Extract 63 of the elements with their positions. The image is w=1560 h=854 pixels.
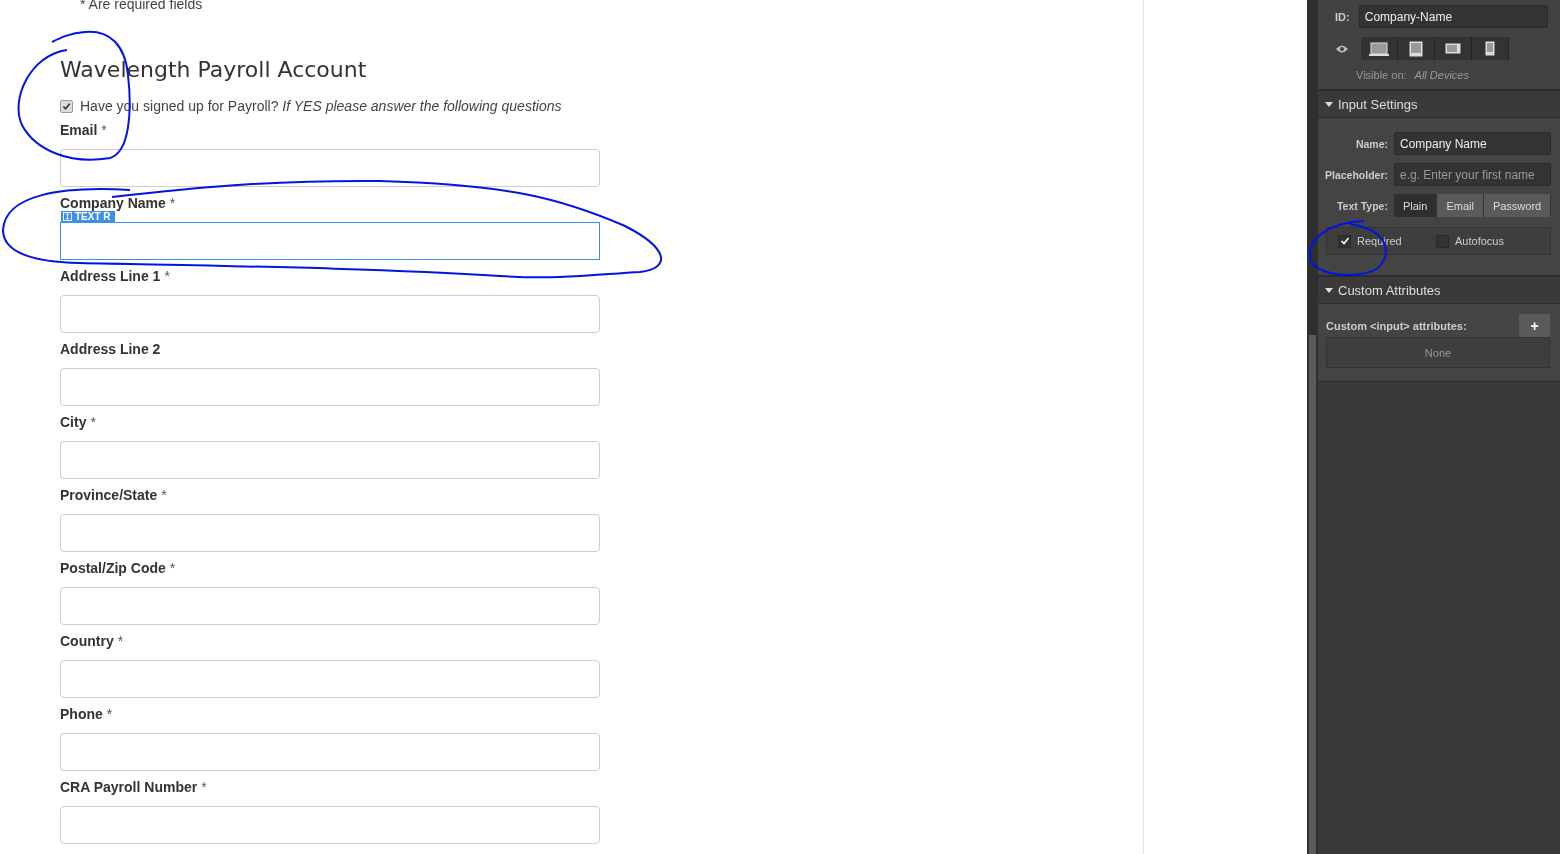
device-button[interactable] bbox=[1472, 37, 1509, 60]
section-header[interactable]: Input Settings bbox=[1318, 90, 1560, 118]
field-label: Country bbox=[60, 633, 114, 649]
scrollbar[interactable] bbox=[1309, 335, 1316, 854]
collapse-triangle-icon bbox=[1325, 287, 1333, 293]
field-label: Address Line 1 bbox=[60, 268, 161, 284]
visible-value: All Devices bbox=[1414, 69, 1469, 81]
empty-list: None bbox=[1326, 337, 1550, 368]
required-mark: * bbox=[106, 706, 113, 722]
required-mark: * bbox=[164, 268, 170, 284]
text-input[interactable] bbox=[60, 806, 600, 844]
name-label: Name: bbox=[1354, 136, 1388, 151]
tablet-landscape-icon bbox=[1445, 43, 1461, 54]
text-type-option[interactable]: Email bbox=[1437, 194, 1484, 217]
device-button[interactable] bbox=[1435, 37, 1472, 60]
required-mark: * bbox=[169, 560, 176, 576]
option-label: Autofocus bbox=[1455, 235, 1504, 247]
eye-icon bbox=[1335, 43, 1349, 54]
field-label: Company Name bbox=[60, 195, 166, 211]
required-mark: * bbox=[101, 122, 107, 138]
field-label: Address Line 2 bbox=[60, 341, 161, 357]
text-type-label: Text Type: bbox=[1335, 198, 1388, 213]
text-input[interactable] bbox=[60, 222, 600, 260]
required-mark: * bbox=[90, 414, 96, 430]
required-mark: * bbox=[169, 195, 176, 211]
required-mark: * bbox=[161, 487, 167, 503]
text-cursor-icon bbox=[63, 212, 72, 221]
placeholder-field[interactable]: e.g. Enter your first name bbox=[1394, 163, 1551, 186]
device-button[interactable] bbox=[1361, 37, 1398, 60]
checkbox[interactable] bbox=[1338, 234, 1351, 248]
element-tag: TEXT R bbox=[61, 211, 115, 222]
text-type-option[interactable]: Password bbox=[1483, 194, 1551, 217]
field-label: Postal/Zip Code bbox=[60, 560, 166, 576]
name-field[interactable]: Company Name bbox=[1394, 132, 1551, 155]
required-mark: * bbox=[117, 633, 124, 649]
field-label: CRA Payroll Number bbox=[60, 779, 198, 795]
section-header[interactable]: Custom Attributes bbox=[1318, 276, 1560, 304]
text-input[interactable] bbox=[60, 587, 600, 625]
visible-label: Visible on: bbox=[1356, 69, 1407, 81]
add-button[interactable]: + bbox=[1519, 314, 1550, 337]
checkbox[interactable] bbox=[60, 99, 73, 113]
id-field[interactable]: Company-Name bbox=[1358, 5, 1548, 28]
required-mark: * bbox=[201, 779, 207, 795]
field-label: City bbox=[60, 414, 87, 430]
collapse-triangle-icon bbox=[1325, 101, 1333, 107]
field-label: Email bbox=[60, 122, 98, 138]
tablet-icon bbox=[1409, 40, 1423, 57]
phone-icon bbox=[1485, 41, 1495, 56]
device-button[interactable] bbox=[1398, 37, 1435, 60]
text-type-option[interactable]: Plain bbox=[1393, 194, 1438, 217]
laptop-icon bbox=[1369, 41, 1389, 56]
id-label: ID: bbox=[1335, 10, 1351, 23]
custom-attributes-label: Custom <input> attributes: bbox=[1326, 319, 1467, 332]
text-input[interactable] bbox=[60, 149, 600, 187]
text-input[interactable] bbox=[60, 368, 600, 406]
field-label: Phone bbox=[60, 706, 103, 722]
field-label: Province/State bbox=[60, 487, 158, 503]
text-input[interactable] bbox=[60, 295, 600, 333]
text-input[interactable] bbox=[60, 660, 600, 698]
placeholder-label: Placeholder: bbox=[1323, 167, 1388, 182]
text-input[interactable] bbox=[60, 514, 600, 552]
text-input[interactable] bbox=[60, 733, 600, 771]
text-input[interactable] bbox=[60, 441, 600, 479]
